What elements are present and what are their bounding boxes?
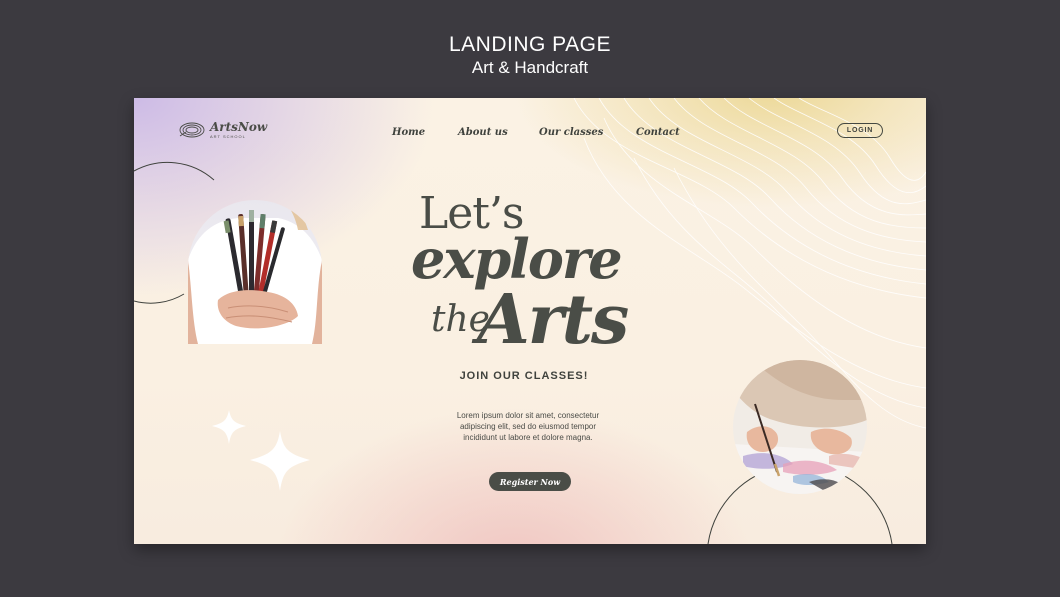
painting-photo — [733, 360, 867, 494]
nav-item-home[interactable]: Home — [392, 127, 425, 138]
showcase-header: LANDING PAGE Art & Handcraft — [0, 32, 1060, 78]
painting-photo-illustration — [733, 360, 867, 494]
showcase-subtitle: Art & Handcraft — [471, 58, 589, 77]
main-navigation: Home About us Our classes Contact — [134, 127, 926, 143]
nav-item-contact[interactable]: Contact — [636, 127, 680, 138]
arc-bottom-left — [134, 293, 185, 304]
hero-description: Lorem ipsum dolor sit amet, consectetur … — [456, 411, 600, 442]
sparkles — [212, 410, 310, 491]
landing-page-mockup: ArtsNow ART SCHOOL Home About us Our cla… — [134, 98, 926, 544]
join-classes-heading: JOIN OUR CLASSES! — [459, 370, 589, 382]
brushes-photo-illustration — [188, 200, 322, 344]
hero-line-2: explore — [411, 227, 623, 291]
arc-top-left — [134, 161, 215, 181]
contour-lines — [573, 98, 926, 429]
login-button[interactable]: LOGIN — [837, 123, 883, 138]
brushes-photo — [188, 200, 322, 344]
sparkle-small-icon — [212, 410, 246, 444]
nav-item-our-classes[interactable]: Our classes — [539, 127, 603, 138]
nav-item-about-us[interactable]: About us — [458, 127, 508, 138]
showcase-title: LANDING PAGE — [449, 33, 611, 56]
sparkle-large-icon — [250, 431, 310, 491]
hero-line-3-large: Arts — [477, 280, 629, 360]
register-now-button[interactable]: Register Now — [489, 472, 571, 491]
